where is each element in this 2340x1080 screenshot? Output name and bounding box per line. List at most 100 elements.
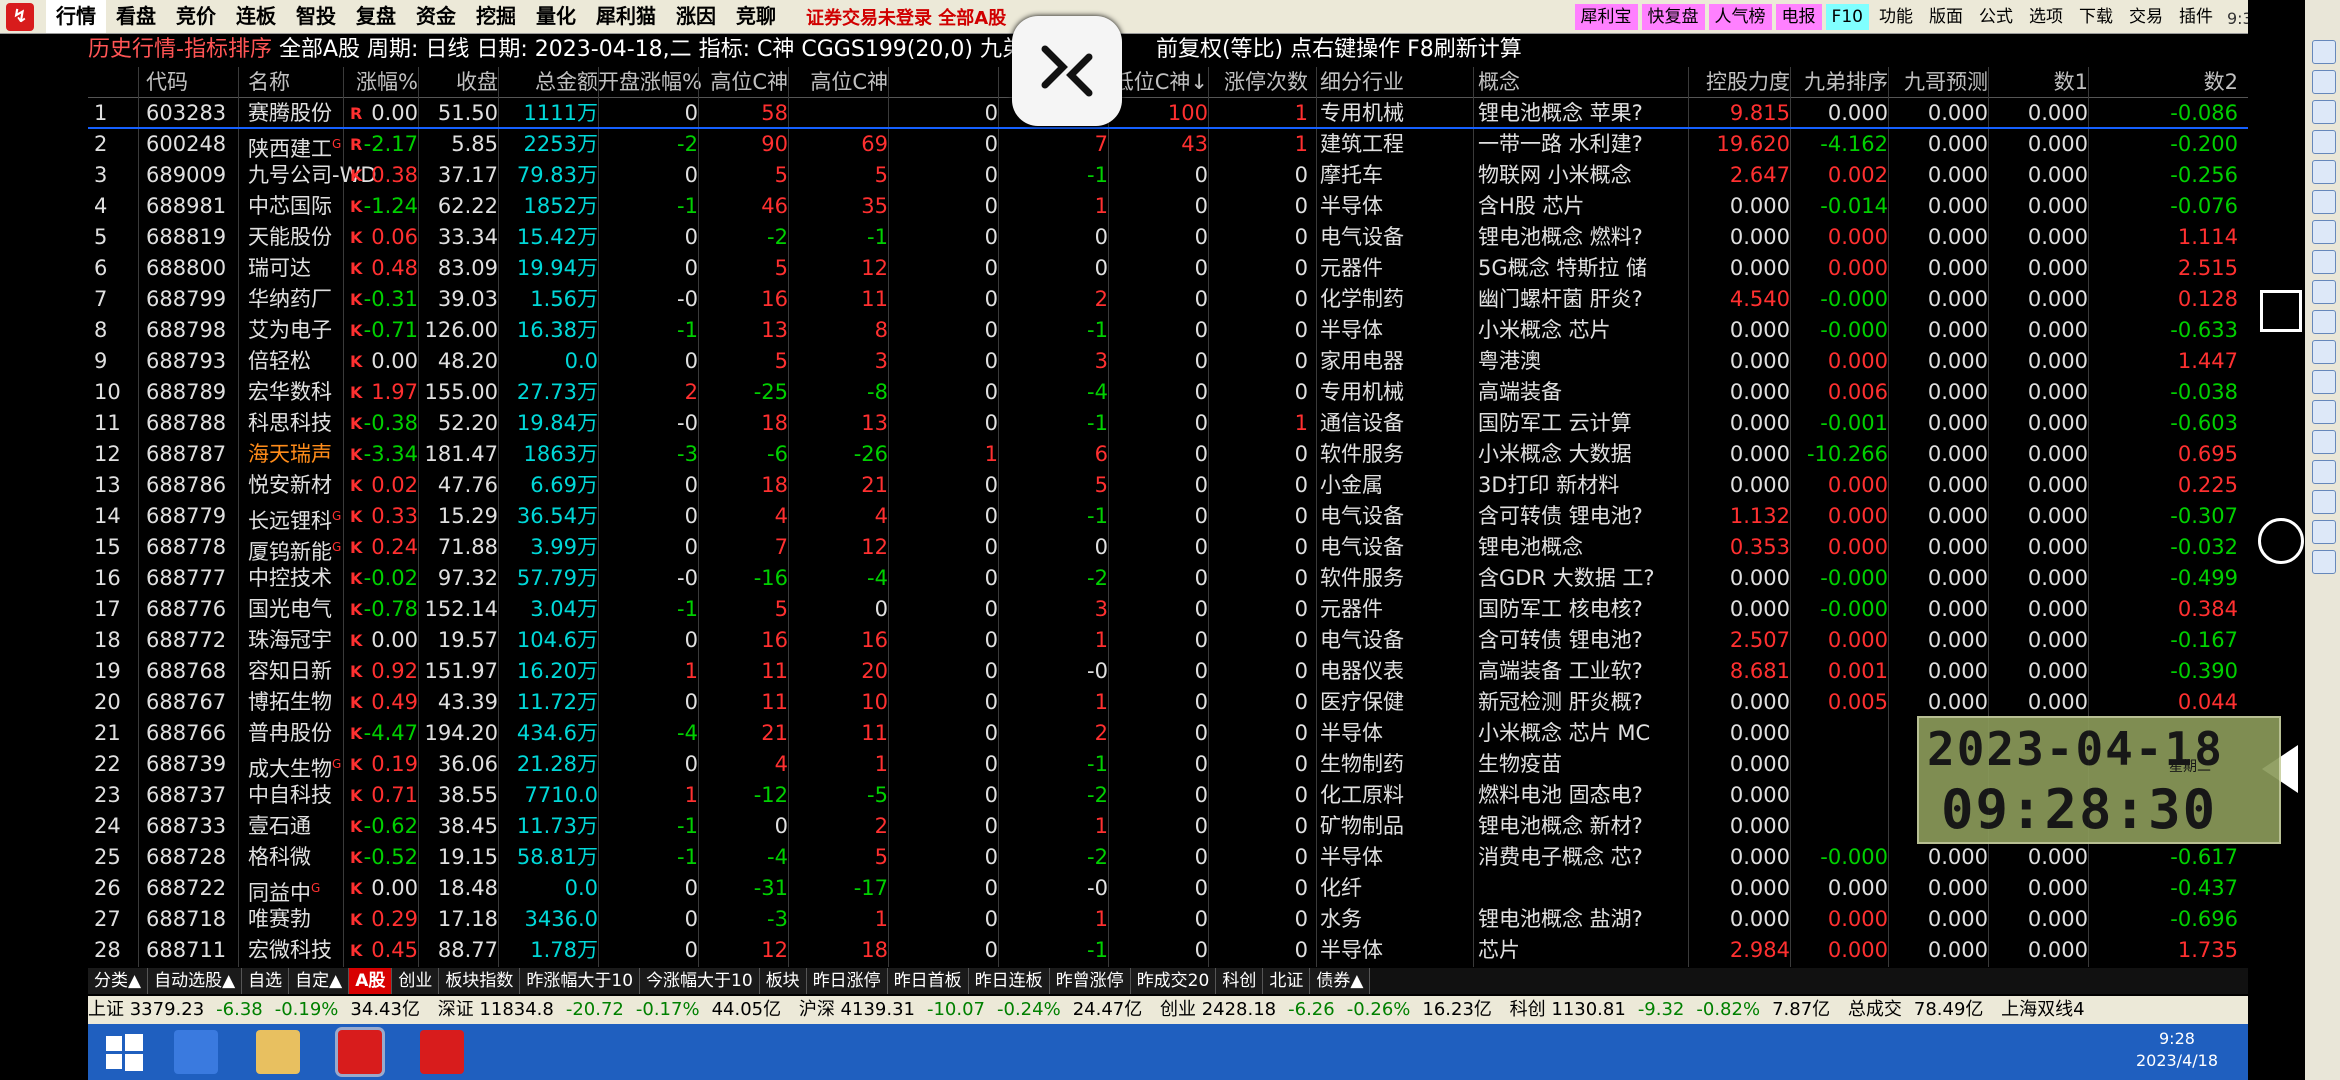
taskbar-clock[interactable]: 9:28 2023/4/18 [2136, 1028, 2218, 1072]
f10-icon[interactable] [2312, 220, 2336, 244]
column-header[interactable]: 高位C神 [788, 67, 888, 97]
column-header[interactable]: 低位C神↓ [1108, 67, 1208, 97]
menu-item-0[interactable]: 行情 [46, 0, 106, 33]
market-tab[interactable]: 昨涨幅大于10 [520, 968, 641, 994]
table-row[interactable]: 20 688767 博拓生物 K 0.49 43.39 11.72万 0 11 10 0 1 0 0 医疗保… [88, 687, 2248, 718]
tool-8[interactable]: 选项 [2022, 3, 2069, 30]
table-row[interactable]: 18 688772 珠海冠宇 K 0.00 19.57 104.6万 0 16 16 0 1 0 0 电气设… [88, 625, 2248, 656]
remote-desktop-icon[interactable] [1012, 16, 1122, 126]
column-header[interactable]: 细分行业 [1320, 67, 1470, 97]
column-header[interactable]: 开盘涨幅% [598, 67, 702, 97]
column-header[interactable]: 收盘 [418, 67, 498, 97]
table-row[interactable]: 4 688981 中芯国际 K -1.24 62.22 1852万 -1 46 35 0 1 0 0 半导体… [88, 191, 2248, 222]
column-header[interactable]: 总金额 [498, 67, 598, 97]
table-row[interactable]: 14 688779 长远锂科G K 0.33 15.29 36.54万 0 4 4 0 -1 0 0 电气设… [88, 501, 2248, 533]
list-icon[interactable] [2312, 490, 2336, 514]
market-tab[interactable]: 科创 [1216, 968, 1264, 994]
sh-index[interactable]: 上证 3379.23 [88, 999, 204, 1020]
market-tab[interactable]: 昨日涨停 [806, 968, 888, 994]
market-tab[interactable]: 昨曾涨停 [1049, 968, 1131, 994]
market-tab[interactable]: 自定▲ [289, 968, 350, 994]
market-tab[interactable]: 自动选股▲ [148, 968, 243, 994]
menu-item-10[interactable]: 涨因 [666, 0, 726, 33]
table-row[interactable]: 19 688768 容知日新 K 0.92 151.97 16.20万 1 11 20 0 -0 0 0 电… [88, 656, 2248, 687]
menu-item-2[interactable]: 竞价 [166, 0, 226, 33]
menu-item-3[interactable]: 连板 [226, 0, 286, 33]
market-tab[interactable]: 板块 [759, 968, 807, 994]
market-tab[interactable]: 北证 [1263, 968, 1311, 994]
chart-icon[interactable] [2312, 100, 2336, 124]
market-tab[interactable]: 昨日连板 [968, 968, 1050, 994]
window-icon[interactable] [2312, 130, 2336, 154]
down-arrow-icon[interactable] [2312, 70, 2336, 94]
help-icon[interactable] [2312, 550, 2336, 574]
table-row[interactable]: 5 688819 天能股份 K 0.06 33.34 15.42万 0 -2 -1 0 0 0 0 电气设备… [88, 222, 2248, 253]
trend-icon[interactable] [2312, 190, 2336, 214]
table-row[interactable]: 7 688799 华纳药厂 K -0.31 39.03 1.56万 -0 16 11 0 2 0 0 化学制… [88, 284, 2248, 315]
table-row[interactable]: 6 688800 瑞可达 K 0.48 83.09 19.94万 0 5 12 0 0 0 0 元器件 5G概… [88, 253, 2248, 284]
tool-2[interactable]: 人气榜 [1708, 3, 1772, 30]
table-row[interactable]: 26 688722 同益中G K 0.00 18.48 0.0 0 -31 -17 0 -0 0 0 化纤 0… [88, 873, 2248, 905]
home-icon[interactable] [2258, 518, 2304, 564]
menu-item-4[interactable]: 智投 [286, 0, 346, 33]
menu-item-1[interactable]: 看盘 [106, 0, 166, 33]
tool-3[interactable]: 电报 [1775, 3, 1822, 30]
column-header[interactable]: 九哥预测 [1888, 67, 1988, 97]
tool-0[interactable]: 犀利宝 [1574, 3, 1638, 30]
tool-10[interactable]: 交易 [2122, 3, 2169, 30]
menu-item-8[interactable]: 量化 [526, 0, 586, 33]
market-tab[interactable]: 昨成交20 [1130, 968, 1217, 994]
menu-item-6[interactable]: 资金 [406, 0, 466, 33]
market-tab[interactable]: 分类▲ [88, 968, 149, 994]
tool-5[interactable]: 功能 [1872, 3, 1919, 30]
tool-9[interactable]: 下载 [2072, 3, 2119, 30]
table-row[interactable]: 9 688793 倍轻松 K 0.00 48.20 0.0 0 5 3 0 3 0 0 家用电器 粤港澳 0.0… [88, 346, 2248, 377]
kline-icon[interactable] [2312, 160, 2336, 184]
note-icon[interactable] [2312, 430, 2336, 454]
market-tab[interactable]: 自选 [242, 968, 290, 994]
column-header[interactable]: 涨幅% [343, 67, 418, 97]
column-header[interactable]: 数2 [2088, 67, 2238, 97]
tool-4[interactable]: F10 [1825, 3, 1869, 30]
market-tab[interactable]: 创业 [392, 968, 440, 994]
hs-index[interactable]: 沪深 4139.31 [799, 999, 915, 1020]
windows-start-icon[interactable] [102, 1030, 146, 1074]
column-header[interactable]: 数1 [1988, 67, 2088, 97]
recent-apps-icon[interactable] [2260, 290, 2302, 332]
market-tab[interactable]: A股 [349, 968, 393, 994]
tool-7[interactable]: 公式 [1972, 3, 2019, 30]
tool-1[interactable]: 快复盘 [1641, 3, 1705, 30]
market-tab[interactable]: 今涨幅大于10 [640, 968, 760, 994]
fund-icon[interactable] [2312, 280, 2336, 304]
login-warning[interactable]: 证券交易未登录 全部A股 [806, 4, 1006, 30]
file-manager-icon[interactable] [174, 1030, 218, 1074]
cy-index[interactable]: 创业 2428.18 [1160, 999, 1276, 1020]
sz-index[interactable]: 深证 11834.8 [438, 999, 554, 1020]
menu-item-9[interactable]: 犀利猫 [586, 0, 666, 33]
column-header[interactable]: 九弟排序 [1790, 67, 1888, 97]
market-tab[interactable]: 板块指数 [439, 968, 521, 994]
table-row[interactable]: 8 688798 艾为电子 K -0.71 126.00 16.38万 -1 13 8 0 -1 0 0 半… [88, 315, 2248, 346]
table-row[interactable]: 2 600248 陕西建工G R -2.17 5.85 2253万 -2 90 69 0 7 43 1 建筑… [88, 129, 2248, 161]
menu-item-7[interactable]: 挖掘 [466, 0, 526, 33]
column-header[interactable]: 控股力度 [1688, 67, 1790, 97]
table-row[interactable]: 16 688777 中控技术 K -0.02 97.32 57.79万 -0 -16 -4 0 -2 0… [88, 563, 2248, 594]
export-icon[interactable] [2312, 460, 2336, 484]
column-header[interactable]: 高位C神 [698, 67, 788, 97]
clock-widget[interactable]: 2023-04-18 星期二 09:28:30 [1917, 716, 2281, 844]
settings-icon[interactable] [2312, 340, 2336, 364]
column-header[interactable]: 涨停次数 [1208, 67, 1308, 97]
table-row[interactable]: 10 688789 宏华数科 K 1.97 155.00 27.73万 2 -25 -8 0 -4 0 0… [88, 377, 2248, 408]
folder-icon[interactable] [256, 1030, 300, 1074]
grid-icon[interactable] [2312, 250, 2336, 274]
table-row[interactable]: 1603283赛腾股份R0.0051.501111万058061001专用机械锂… [88, 98, 2248, 129]
tool-6[interactable]: 版面 [1922, 3, 1969, 30]
tool-11[interactable]: 插件 [2172, 3, 2219, 30]
menu-item-11[interactable]: 竞聊 [726, 0, 786, 33]
kc-index[interactable]: 科创 1130.81 [1510, 999, 1626, 1020]
stats-icon[interactable] [2312, 310, 2336, 334]
zoom-icon[interactable] [2312, 370, 2336, 394]
table-row[interactable]: 25 688728 格科微 K -0.52 19.15 58.81万 -1 -4 5 0 -2 0 0 半导… [88, 842, 2248, 873]
server-line[interactable]: 上海双线4 [2001, 999, 2084, 1020]
table-row[interactable]: 13 688786 悦安新材 K 0.02 47.76 6.69万 0 18 21 0 5 0 0 小金属 3… [88, 470, 2248, 501]
